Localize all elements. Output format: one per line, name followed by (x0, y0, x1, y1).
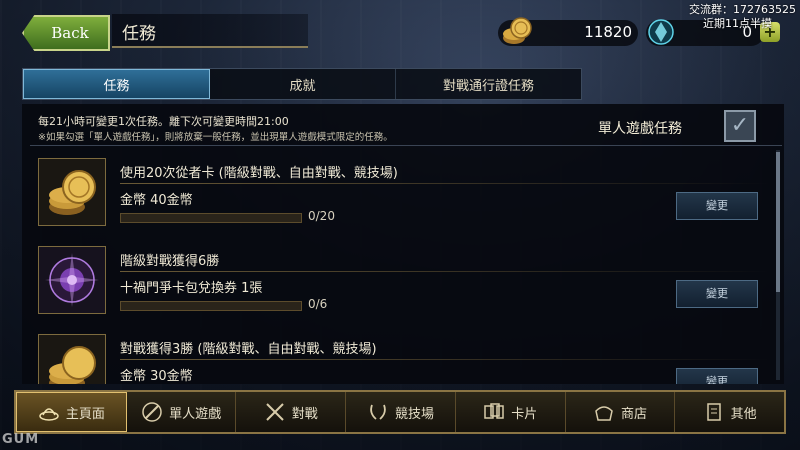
quest-progress-bar (120, 301, 302, 311)
gold-value: 11820 (584, 23, 632, 41)
back-button[interactable]: Back (22, 15, 110, 51)
quest-row: 使用20次從者卡 (階級對戰、自由對戰、競技場) 金幣 40金幣 0/20 變更 (36, 156, 770, 236)
quest-progress-text: 0/20 (308, 209, 335, 223)
gold-coins-icon (38, 334, 106, 384)
quest-divider (120, 359, 770, 360)
reset-info-text: 每21小時可變更1次任務。離下次可變更時間21:00 (38, 115, 289, 128)
tab-battle-pass-missions[interactable]: 對戰通行證任務 (396, 69, 581, 99)
back-label: Back (51, 24, 89, 42)
nav-label: 商店 (620, 406, 647, 422)
single-player-checkbox[interactable]: ✓ (724, 110, 756, 142)
quest-row: 對戰獲得3勝 (階級對戰、自由對戰、競技場) 金幣 30金幣 變更 (36, 332, 770, 384)
quest-progress-text: 0/6 (308, 297, 328, 311)
nav-home[interactable]: 主頁面 (16, 392, 127, 432)
quest-reward: 金幣 40金幣 (120, 193, 193, 208)
laurel-icon (370, 404, 386, 420)
nav-label: 對戰 (291, 406, 318, 422)
scroll-icon (706, 403, 721, 421)
card-pack-ticket-icon (38, 246, 106, 314)
watermark-logo: GUM (2, 432, 40, 447)
nav-shop[interactable]: 商店 (566, 392, 676, 432)
checkmark-icon: ✓ (730, 113, 750, 138)
nav-label: 卡片 (511, 406, 538, 422)
shop-icon (595, 406, 613, 421)
quest-title: 階級對戰獲得6勝 (120, 254, 220, 269)
nav-label: 主頁面 (65, 406, 105, 422)
gold-coins-icon (38, 158, 106, 226)
scroll-thumb[interactable] (776, 152, 780, 292)
nav-label: 單人遊戲 (169, 406, 222, 422)
quest-divider (120, 183, 770, 184)
change-quest-button[interactable]: 變更 (676, 280, 758, 308)
quest-reward: 金幣 30金幣 (120, 369, 193, 384)
quest-reward: 十禍門爭卡包兌換券 1張 (120, 281, 263, 296)
quest-title: 對戰獲得3勝 (階級對戰、自由對戰、競技場) (120, 342, 377, 357)
page-title-bar: 任務 (112, 14, 308, 48)
change-quest-button[interactable]: 變更 (676, 368, 758, 384)
nav-label: 競技場 (395, 406, 435, 422)
quest-tabs: 任務 成就 對戰通行證任務 (22, 68, 582, 100)
quest-progress-bar (120, 213, 302, 223)
nav-arena[interactable]: 競技場 (346, 392, 456, 432)
tab-achievements[interactable]: 成就 (210, 69, 396, 99)
cards-icon (484, 403, 504, 419)
nav-other[interactable]: 其他 (675, 392, 784, 432)
crystal-icon (648, 19, 674, 45)
tab-missions[interactable]: 任務 (23, 69, 210, 99)
single-player-note: ※如果勾選「單人遊戲任務」，則將放棄一般任務，並出現單人遊戲模式限定的任務。 (38, 132, 393, 143)
nav-label: 其他 (730, 406, 757, 422)
nav-battle[interactable]: 對戰 (236, 392, 347, 432)
single-player-label: 單人遊戲任務 (598, 121, 682, 137)
overlay-note-text: 近期11点半摸 (703, 17, 772, 30)
quest-divider (120, 271, 770, 272)
gold-coin-icon (503, 17, 532, 44)
crossed-swords-icon (266, 403, 284, 421)
change-quest-button[interactable]: 變更 (676, 192, 758, 220)
nav-cards[interactable]: 卡片 (456, 392, 566, 432)
quest-row: 階級對戰獲得6勝 十禍門爭卡包兌換券 1張 0/6 變更 (36, 244, 770, 324)
no-sword-icon (142, 402, 162, 422)
bottom-nav: 主頁面 單人遊戲 對戰 競技場 卡片 商店 其他 (14, 390, 786, 434)
panel-divider (30, 145, 782, 146)
nav-single-player[interactable]: 單人遊戲 (127, 392, 237, 432)
quest-title: 使用20次從者卡 (階級對戰、自由對戰、競技場) (120, 166, 398, 181)
page-title: 任務 (122, 24, 156, 44)
home-icon (39, 408, 59, 421)
